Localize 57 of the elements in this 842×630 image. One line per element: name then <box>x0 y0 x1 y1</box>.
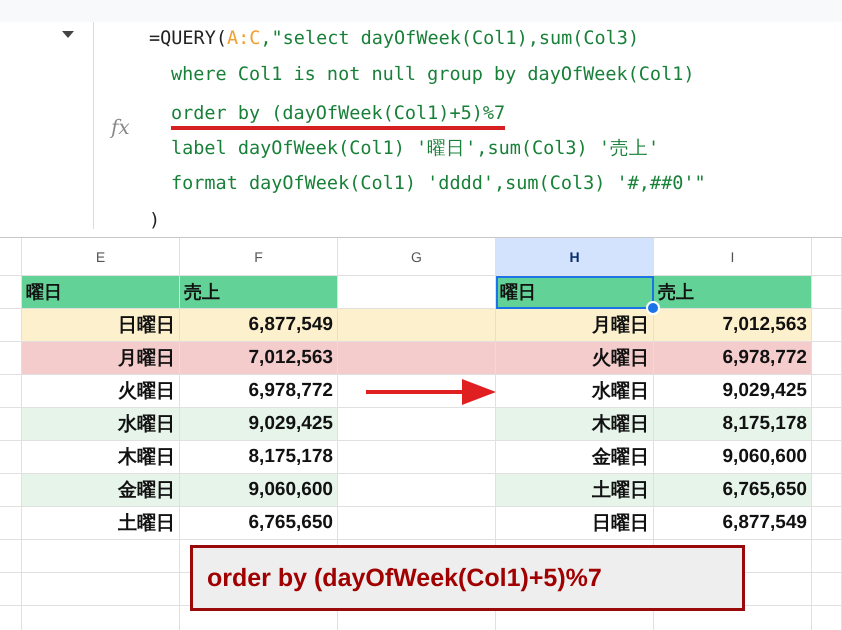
column-header[interactable] <box>812 238 842 276</box>
formula-line: ) <box>149 210 160 233</box>
table-cell: 日曜日 <box>496 507 654 540</box>
formula-line: label dayOfWeek(Col1) '曜日',sum(Col3) '売上' <box>171 136 660 161</box>
table-header-cell: 売上 <box>180 276 338 309</box>
table-cell: 9,060,600 <box>180 474 338 507</box>
table-cell: 6,765,650 <box>654 474 812 507</box>
table-header-cell: 売上 <box>654 276 812 309</box>
table-cell: 9,029,425 <box>180 408 338 441</box>
fx-label: fx <box>111 115 130 139</box>
table-cell: 水曜日 <box>496 375 654 408</box>
table-cell <box>812 342 842 375</box>
table-cell <box>812 309 842 342</box>
table-cell: 7,012,563 <box>654 309 812 342</box>
table-cell: 7,012,563 <box>180 342 338 375</box>
column-header[interactable]: H <box>496 238 654 276</box>
table-cell: 土曜日 <box>22 507 180 540</box>
row-header[interactable] <box>0 540 22 573</box>
table-cell: 6,978,772 <box>180 375 338 408</box>
table-cell <box>812 408 842 441</box>
table-cell: 月曜日 <box>496 309 654 342</box>
table-header-cell: 曜日 <box>22 276 180 309</box>
table-cell: 金曜日 <box>496 441 654 474</box>
table-cell: 木曜日 <box>22 441 180 474</box>
table-cell: 金曜日 <box>22 474 180 507</box>
table-cell <box>812 276 842 309</box>
table-cell: 火曜日 <box>496 342 654 375</box>
table-cell: 8,175,178 <box>180 441 338 474</box>
formula-line: where Col1 is not null group by dayOfWeek(Col1) <box>171 64 694 88</box>
table-cell <box>812 540 842 573</box>
table-cell: 火曜日 <box>22 375 180 408</box>
table-cell: 8,175,178 <box>654 408 812 441</box>
formula-line: order by (dayOfWeek(Col1)+5)%7 <box>171 103 506 130</box>
selection-handle[interactable] <box>646 301 660 315</box>
table-cell <box>812 507 842 540</box>
row-header[interactable] <box>0 573 22 606</box>
arrow-icon <box>366 379 496 405</box>
table-cell: 6,765,650 <box>180 507 338 540</box>
table-cell: 水曜日 <box>22 408 180 441</box>
table-cell: 日曜日 <box>22 309 180 342</box>
table-cell: 6,877,549 <box>654 507 812 540</box>
table-cell <box>812 375 842 408</box>
formula-line: format dayOfWeek(Col1) 'dddd',sum(Col3) '#,##0'" <box>171 173 706 196</box>
dropdown-icon[interactable] <box>62 31 74 38</box>
table-cell: 木曜日 <box>496 408 654 441</box>
formula-line: =QUERY(A:C,"select dayOfWeek(Col1),sum(Col3) <box>149 28 640 51</box>
table-cell: 月曜日 <box>22 342 180 375</box>
callout-box: order by (dayOfWeek(Col1)+5)%7 <box>190 545 745 611</box>
table-cell: 9,060,600 <box>654 441 812 474</box>
table-cell: 土曜日 <box>496 474 654 507</box>
table-cell: 6,877,549 <box>180 309 338 342</box>
table-cell <box>812 474 842 507</box>
table-cell: 6,978,772 <box>654 342 812 375</box>
table-cell: 9,029,425 <box>654 375 812 408</box>
table-cell <box>812 573 842 606</box>
table-cell <box>812 441 842 474</box>
corner-cell <box>0 238 22 276</box>
